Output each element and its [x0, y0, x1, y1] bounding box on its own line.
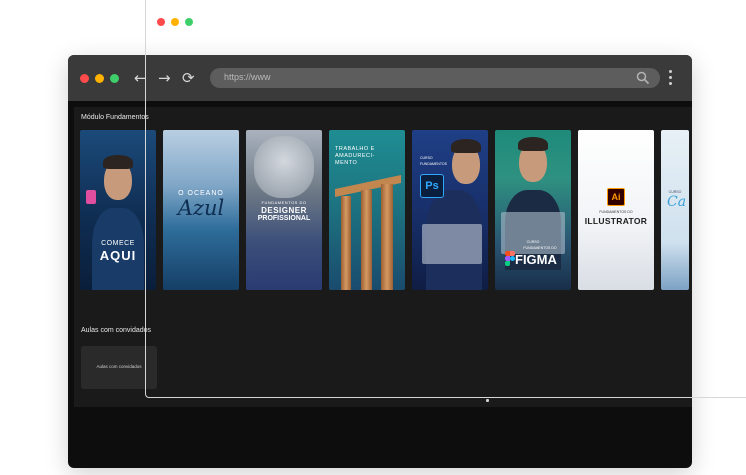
card-text-1: CURSO — [526, 240, 540, 244]
address-bar[interactable]: https://www — [210, 68, 660, 88]
laptop — [422, 224, 482, 264]
card-text-1: FUNDAMENTOS DO — [599, 210, 633, 214]
card-text-1: CURSO — [420, 156, 433, 160]
card-text-2: AQUI — [99, 248, 137, 263]
card-text-1: TRABALHO E — [335, 146, 375, 152]
course-card-photoshop[interactable]: CURSO FUNDAMENTOS Ps — [412, 130, 488, 290]
minimize-dot[interactable] — [95, 74, 104, 83]
card-text-3: FIGMA — [515, 252, 557, 267]
card-text-2: Ca — [667, 194, 687, 210]
minimize-dot-outer — [171, 18, 179, 26]
browser-window: ← → ⟳ https://www Módulo Fundamentos COM… — [68, 55, 692, 468]
person-hair — [451, 139, 481, 153]
course-carousel: COMECE AQUI O OCEANO Azul FUNDAMENTOS DO… — [80, 130, 689, 290]
guest-lessons-card-label: Aulas com convidados — [96, 364, 142, 369]
person-hair — [103, 155, 133, 169]
maximize-dot[interactable] — [110, 74, 119, 83]
close-dot[interactable] — [80, 74, 89, 83]
window-controls-outer — [157, 18, 193, 26]
maximize-dot-outer — [185, 18, 193, 26]
stage: ← → ⟳ https://www Módulo Fundamentos COM… — [0, 0, 746, 475]
kebab-menu-icon[interactable] — [669, 70, 673, 88]
close-dot-outer — [157, 18, 165, 26]
course-card-figma[interactable]: CURSO FUNDAMENTOS DO FIGMA — [495, 130, 571, 290]
forward-arrow-icon[interactable]: → — [158, 68, 171, 88]
figma-logo-icon — [505, 251, 515, 267]
course-card-designer-profissional[interactable]: FUNDAMENTOS DO DESIGNER PROFISSIONAL — [246, 130, 322, 290]
section-title: Aulas com convidados — [81, 327, 152, 334]
column-ruins — [335, 174, 401, 290]
card-text-2: AMADURECI- — [335, 153, 375, 159]
course-card-trabalho-amadurecimento[interactable]: TRABALHO E AMADURECI- MENTO — [329, 130, 405, 290]
card-text-3: MENTO — [335, 160, 358, 166]
section-title: Módulo Fundamentos — [81, 114, 149, 121]
course-card-oceano-azul[interactable]: O OCEANO Azul — [163, 130, 239, 290]
photoshop-badge: Ps — [420, 174, 444, 198]
card-text-2: Azul — [177, 196, 225, 220]
illustrator-badge: Ai — [607, 188, 625, 206]
card-text-1: COMECE — [101, 240, 135, 247]
scroll-indicator[interactable] — [486, 399, 489, 402]
course-card-comece-aqui[interactable]: COMECE AQUI — [80, 130, 156, 290]
browser-toolbar: ← → ⟳ https://www — [68, 55, 692, 101]
course-card-illustrator[interactable]: Ai FUNDAMENTOS DO ILLUSTRATOR — [578, 130, 654, 290]
guest-lessons-card[interactable]: Aulas com convidados — [81, 346, 157, 389]
course-card-canva[interactable]: CURSO Ca — [661, 130, 689, 290]
reload-icon[interactable]: ⟳ — [182, 68, 195, 88]
person-hair — [518, 137, 548, 151]
card-text-3: PROFISSIONAL — [257, 215, 311, 222]
section-aulas-convidados: Aulas com convidados Aulas com convidado… — [74, 320, 692, 407]
card-text-2: ILLUSTRATOR — [584, 216, 648, 226]
card-text-2: FUNDAMENTOS DO — [523, 246, 557, 250]
statue-face — [254, 136, 314, 198]
search-icon[interactable] — [636, 71, 650, 85]
back-arrow-icon[interactable]: ← — [134, 68, 147, 88]
card-text-2: FUNDAMENTOS — [420, 162, 447, 166]
pink-badge — [86, 190, 96, 204]
card-text-1: FUNDAMENTOS DO — [261, 200, 307, 205]
address-bar-text: https://www — [224, 72, 271, 82]
card-text-2: DESIGNER — [261, 206, 307, 215]
